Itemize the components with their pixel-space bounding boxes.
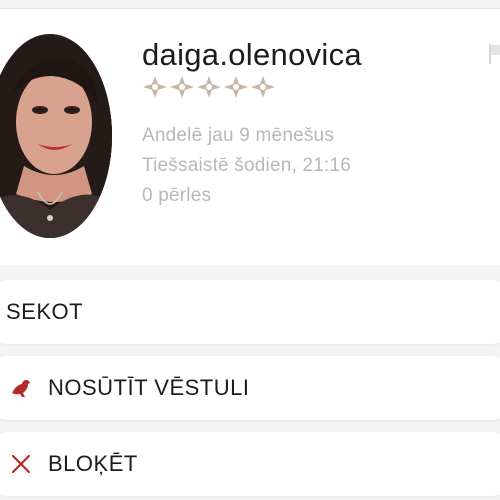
member-since: Andelē jau 9 mēnešus	[142, 125, 335, 146]
ornament-star-icon	[224, 76, 248, 98]
rating-stars	[142, 75, 276, 99]
profile-card: daiga.olenovica Andelē jau 9 mēnešus Tie…	[0, 9, 500, 265]
send-message-label: NOSŪTĪT VĒSTULI	[48, 375, 250, 400]
close-icon	[11, 454, 31, 474]
block-button[interactable]: BLOĶĒT	[0, 432, 500, 496]
last-online: Tiešsaistē šodien, 21:16	[142, 155, 351, 176]
ornament-star-icon	[251, 76, 275, 98]
ornament-star-icon	[197, 76, 221, 98]
flag-icon[interactable]	[488, 43, 500, 65]
ornament-star-icon	[170, 76, 194, 98]
avatar[interactable]	[0, 34, 112, 238]
block-button-label: BLOĶĒT	[48, 451, 138, 476]
bird-icon	[12, 380, 30, 397]
follow-button-label: SEKOT	[6, 299, 84, 324]
follow-button[interactable]: SEKOT	[0, 280, 500, 344]
ornament-star-icon	[143, 76, 167, 98]
username: daiga.olenovica	[142, 37, 362, 72]
avatar-photo	[0, 34, 112, 238]
pearls-count: 0 pērles	[142, 185, 212, 206]
send-message-button[interactable]: NOSŪTĪT VĒSTULI	[0, 356, 500, 420]
